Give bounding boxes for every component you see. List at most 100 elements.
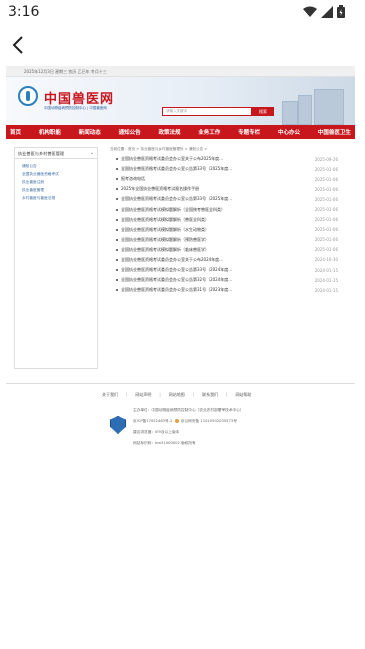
footer-links: 关于我们 | 网站声明 | 网站地图 | 联系我们 | 网站帮助 <box>102 392 251 398</box>
notice-date: 2025-01-06 <box>314 237 338 243</box>
list-item[interactable]: 全国执业兽医资格考试模拟题解析（兽医全科类） 2025-01-06 <box>116 215 338 225</box>
site-logo-title[interactable]: 中国兽医网 <box>44 88 114 107</box>
site-emblem-icon <box>18 86 38 106</box>
notice-title[interactable]: 全国执业兽医资格考试委员会办公室公告第33号（2025年度... <box>121 196 304 202</box>
footer-link[interactable]: 网站帮助 <box>235 392 251 398</box>
nav-item[interactable]: 首页 <box>10 128 21 136</box>
nav-item[interactable]: 政策法规 <box>158 128 180 136</box>
footer-browser-note: 建议浏览器：IE9及以上版本 <box>133 430 180 434</box>
police-record[interactable]: 京公网安备 11010502035573号 <box>181 419 237 423</box>
police-badge-icon <box>174 419 179 423</box>
list-item[interactable]: 全国执业兽医资格考试委员会办公室公告第33号（2024年度... 2024-01-… <box>116 265 338 275</box>
notice-date: 2025-01-06 <box>314 217 338 223</box>
status-time: 3:16 <box>8 4 40 20</box>
nav-item[interactable]: 专题专栏 <box>238 128 260 136</box>
notice-title[interactable]: 全国执业兽医资格考试模拟题解析（全国统考兽医全科类） <box>121 207 304 213</box>
chevron-down-icon[interactable]: ⌄ <box>90 148 94 159</box>
list-item[interactable]: 全国执业兽医资格考试委员会办公室关于公布2024年度... 2024-10-30 <box>116 255 338 265</box>
notice-title[interactable]: 全国执业兽医资格考试委员会办公室关于公布2025年度... <box>121 156 304 162</box>
notice-date: 2024-01-15 <box>314 287 338 293</box>
separator: | <box>126 392 128 397</box>
list-item[interactable]: 2025年全国执业兽医资格考试报名操作手册 2025-01-06 <box>116 184 338 194</box>
notice-title[interactable]: 全国执业兽医资格考试委员会办公室公告第33号（2024年度... <box>121 267 304 273</box>
footer-link[interactable]: 关于我们 <box>102 392 118 398</box>
bullet <box>116 158 118 161</box>
sidebar-header[interactable]: 执业兽医与乡村兽医管理 ⌄ <box>15 148 97 159</box>
list-item[interactable]: 全国执业兽医资格考试委员会办公室公告第31号（2023年度... 2024-01-… <box>116 285 338 295</box>
notice-title[interactable]: 全国执业兽医资格考试委员会办公室公告第32号（2024年度... <box>121 277 304 283</box>
notice-date: 2025-01-06 <box>314 186 338 192</box>
notice-title[interactable]: 全国执业兽医资格考试委员会办公室公告第31号（2023年度... <box>121 287 304 293</box>
bullet <box>116 289 118 292</box>
bullet <box>116 168 118 171</box>
bullet <box>116 228 118 231</box>
footer-link[interactable]: 网站声明 <box>135 392 151 398</box>
wifi-icon <box>303 6 317 17</box>
search-input[interactable]: 请输入关键字 <box>162 107 252 116</box>
notice-title[interactable]: 全国执业兽医资格考试委员会办公室关于公布2024年度... <box>121 257 304 263</box>
list-item[interactable]: 全国执业兽医资格考试模拟题解析（临床兽医学） 2025-01-06 <box>116 245 338 255</box>
sidebar: 执业兽医与乡村兽医管理 ⌄ 通知公告 全国执业兽医资格考试 执业兽医注册 执业兽… <box>14 147 98 369</box>
list-item[interactable]: 全国执业兽医资格考试模拟题解析（全国统考兽医全科类） 2025-01-06 <box>116 204 338 214</box>
notice-title[interactable]: 全国执业兽医资格考试模拟题解析（临床兽医学） <box>121 247 304 253</box>
building-graphic <box>282 101 298 125</box>
breadcrumb: 当前位置：首页 > 执业兽医与乡村兽医管理处 > 通知公告 > <box>110 147 208 151</box>
separator: | <box>226 392 228 397</box>
sidebar-item[interactable]: 通知公告 <box>22 162 97 170</box>
building-graphic <box>298 95 312 125</box>
notice-list: 全国执业兽医资格考试委员会办公室关于公布2025年度... 2025-09-26 … <box>116 154 338 295</box>
nav-item[interactable]: 业务工作 <box>198 128 220 136</box>
nav-item[interactable]: 机构职能 <box>39 128 61 136</box>
list-item[interactable]: 全国执业兽医资格考试委员会办公室公告第33号（2025年度... 2025-01-… <box>116 164 338 174</box>
status-bar: 3:16 <box>0 0 365 26</box>
building-graphic <box>314 89 344 125</box>
nav-item[interactable]: 中心办公 <box>278 128 300 136</box>
sidebar-item[interactable]: 全国执业兽医资格考试 <box>22 170 97 178</box>
sidebar-item[interactable]: 执业兽医管理 <box>22 186 97 194</box>
sidebar-list: 通知公告 全国执业兽医资格考试 执业兽医注册 执业兽医管理 乡村兽医与兽医法规 <box>15 159 97 202</box>
notice-date: 2025-01-06 <box>314 227 338 233</box>
back-button[interactable] <box>8 34 32 58</box>
list-item[interactable]: 报考咨询电话 2025-01-06 <box>116 174 338 184</box>
footer-link[interactable]: 联系我们 <box>202 392 218 398</box>
list-item[interactable]: 全国执业兽医资格考试委员会办公室公告第33号（2025年度... 2025-01-… <box>116 194 338 204</box>
notice-date: 2025-01-06 <box>314 176 338 182</box>
bullet <box>116 248 118 251</box>
bullet <box>116 218 118 221</box>
notice-date: 2025-01-06 <box>314 166 338 172</box>
notice-title[interactable]: 报考咨询电话 <box>121 176 304 182</box>
list-item[interactable]: 全国执业兽医资格考试委员会办公室公告第32号（2024年度... 2024-01-… <box>116 275 338 285</box>
notice-title[interactable]: 全国执业兽医资格考试模拟题解析（水生动物类） <box>121 227 304 233</box>
list-item[interactable]: 全国执业兽医资格考试模拟题解析（水生动物类） 2025-01-06 <box>116 225 338 235</box>
notice-title[interactable]: 全国执业兽医资格考试模拟题解析（兽医全科类） <box>121 217 304 223</box>
bullet <box>116 188 118 191</box>
icp-number[interactable]: 京ICP备17052463号-2 <box>133 419 172 423</box>
notice-title[interactable]: 2025年全国执业兽医资格考试报名操作手册 <box>121 186 304 192</box>
signal-icon <box>321 5 333 18</box>
footer-copyright: 网站标识码：bm31000002 版权所有 <box>133 441 196 445</box>
nav-item[interactable]: 通知公告 <box>119 128 141 136</box>
bullet <box>116 178 118 181</box>
main-nav: 首页 机构职能 新闻动态 通知公告 政策法规 业务工作 专题专栏 中心办公 中国… <box>6 125 355 139</box>
date-strip: 2025年12月3日 星期三 农历 乙巳年 冬月十三 <box>6 66 355 77</box>
nav-item[interactable]: 中国兽医卫生 <box>318 128 351 136</box>
bullet <box>116 208 118 211</box>
notice-date: 2024-10-30 <box>314 257 338 263</box>
footer-registration: 京ICP备17052463号-2 京公网安备 11010502035573号 <box>133 419 237 424</box>
footer-link[interactable]: 网站地图 <box>169 392 185 398</box>
notice-title[interactable]: 全国执业兽医资格考试模拟题解析（预防兽医学） <box>121 237 304 243</box>
sidebar-item[interactable]: 执业兽医注册 <box>22 178 97 186</box>
notice-date: 2024-01-15 <box>314 267 338 273</box>
government-emblem-icon[interactable] <box>110 416 126 434</box>
notice-date: 2025-01-06 <box>314 207 338 213</box>
search-button[interactable]: 搜索 <box>252 107 274 116</box>
nav-item[interactable]: 新闻动态 <box>79 128 101 136</box>
notice-title[interactable]: 全国执业兽医资格考试委员会办公室公告第33号（2025年度... <box>121 166 304 172</box>
list-item[interactable]: 全国执业兽医资格考试模拟题解析（预防兽医学） 2025-01-06 <box>116 235 338 245</box>
bullet <box>116 198 118 201</box>
sidebar-item[interactable]: 乡村兽医与兽医法规 <box>22 194 97 202</box>
status-icons <box>303 5 345 18</box>
list-item[interactable]: 全国执业兽医资格考试委员会办公室关于公布2025年度... 2025-09-26 <box>116 154 338 164</box>
site-header: 中国兽医网 中国动物疫病预防控制中心 | 中国兽医网 请输入关键字 搜索 <box>6 77 355 125</box>
bullet <box>116 238 118 241</box>
